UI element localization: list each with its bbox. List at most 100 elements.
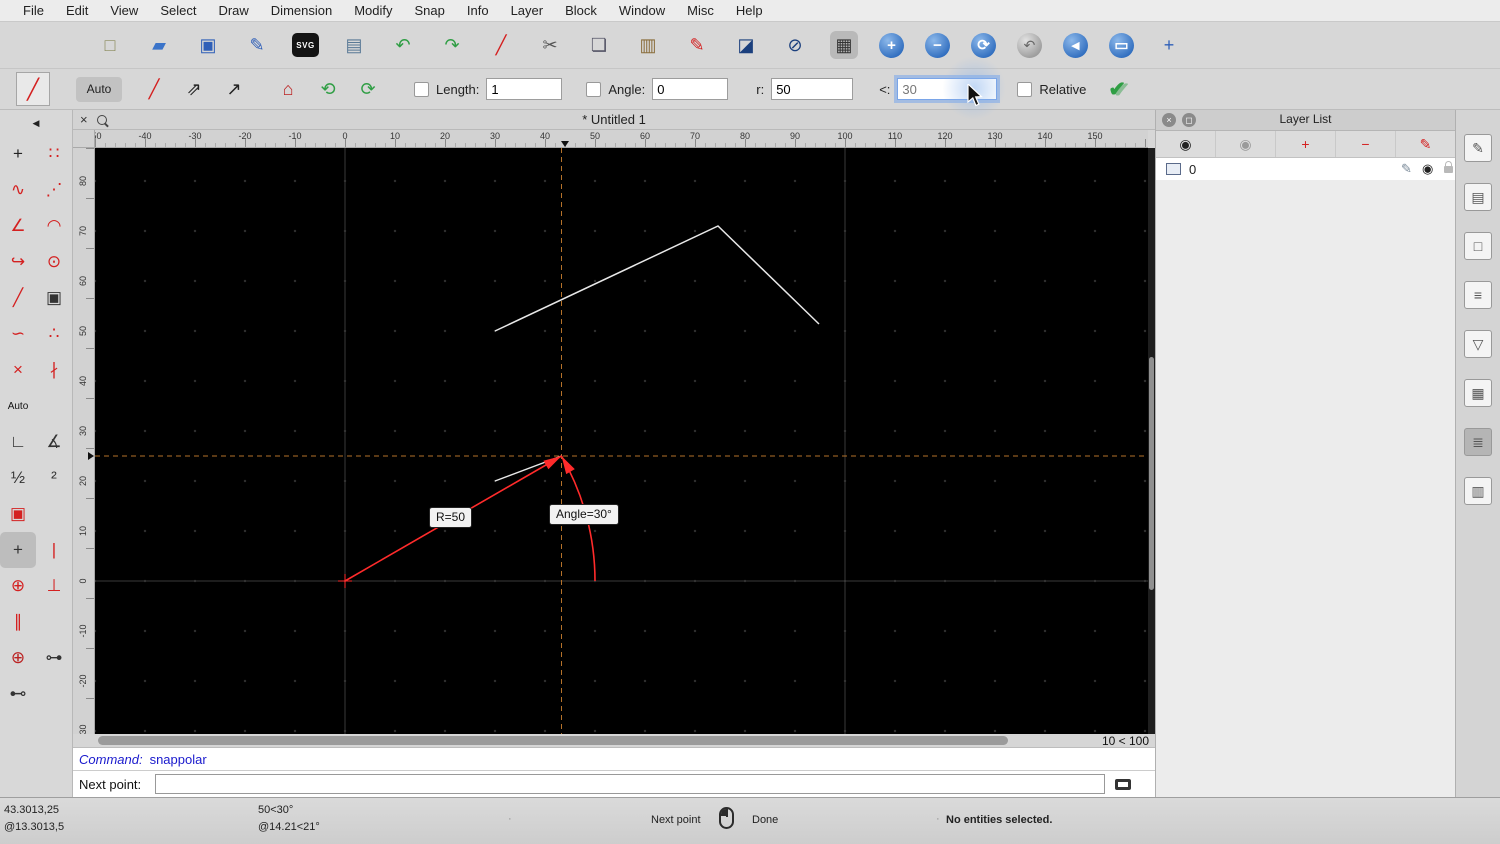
layer-visibility-icon[interactable]: ◉: [1422, 161, 1433, 177]
menu-item-layer[interactable]: Layer: [500, 3, 555, 18]
angle-input[interactable]: [652, 78, 729, 100]
angle-snap-icon[interactable]: ∡: [36, 424, 72, 460]
tangent-line-icon[interactable]: ╱: [0, 280, 36, 316]
middle-snap-icon[interactable]: ½: [0, 460, 36, 496]
menu-item-info[interactable]: Info: [456, 3, 500, 18]
center-snap-icon[interactable]: ▣: [0, 496, 36, 532]
intersection-snap-icon[interactable]: ⊕: [0, 568, 36, 604]
save-as-icon[interactable]: ✎: [243, 31, 271, 59]
deselect-icon[interactable]: ⊘: [781, 31, 809, 59]
two-point-line-icon[interactable]: ∴: [36, 316, 72, 352]
polyline-icon[interactable]: ⌂: [276, 77, 300, 101]
layer-row[interactable]: 0 ✎ ◉: [1156, 158, 1455, 180]
grid-dock-icon[interactable]: ▦: [1464, 379, 1492, 407]
snap-coordinate-icon[interactable]: ⊕: [0, 640, 36, 676]
save-icon[interactable]: ▣: [194, 31, 222, 59]
menu-item-dimension[interactable]: Dimension: [260, 3, 343, 18]
relative-checkbox[interactable]: [1017, 81, 1033, 97]
radius-input[interactable]: [771, 78, 854, 100]
horizontal-scrollbar[interactable]: 10 < 100: [73, 734, 1155, 748]
spline-tool-icon[interactable]: ∿: [0, 172, 36, 208]
polar-angle-input[interactable]: [897, 78, 998, 100]
line-mode-auto-button[interactable]: Auto: [76, 76, 122, 102]
tab-close-icon[interactable]: ×: [80, 112, 88, 128]
copy-icon[interactable]: ❏: [585, 31, 613, 59]
float-panel-icon[interactable]: ◻: [1182, 113, 1196, 127]
arc-tangent-icon[interactable]: ↪: [0, 244, 36, 280]
pen-icon[interactable]: ✎: [683, 31, 711, 59]
axis-snap-icon[interactable]: ∟: [0, 424, 36, 460]
page-dock-icon[interactable]: □: [1464, 232, 1492, 260]
vertical-scrollbar-thumb[interactable]: [1149, 357, 1154, 590]
menu-item-misc[interactable]: Misc: [676, 3, 725, 18]
zoom-out-icon[interactable]: −: [925, 32, 950, 58]
zoom-previous-icon[interactable]: ↶: [1017, 32, 1042, 58]
pen-dock-icon[interactable]: ✎: [1464, 134, 1492, 162]
modify-layer-icon[interactable]: ✎: [1396, 131, 1455, 157]
point-grid-icon[interactable]: ∷: [36, 136, 72, 172]
lock-relative-zero-icon[interactable]: ⊶: [36, 640, 72, 676]
menu-item-window[interactable]: Window: [608, 3, 676, 18]
length-checkbox[interactable]: [414, 81, 429, 97]
auto-snap-button[interactable]: Auto: [0, 388, 36, 424]
clipboard-dock-icon[interactable]: ▥: [1464, 477, 1492, 505]
menu-item-help[interactable]: Help: [725, 3, 774, 18]
pan-icon[interactable]: +: [1155, 31, 1183, 59]
open-folder-icon[interactable]: ▰: [145, 31, 173, 59]
horizontal-scrollbar-thumb[interactable]: [98, 736, 1008, 745]
print-preview-icon[interactable]: ▤: [340, 31, 368, 59]
menu-item-edit[interactable]: Edit: [55, 3, 99, 18]
menu-item-snap[interactable]: Snap: [404, 3, 456, 18]
drawing-canvas[interactable]: R=50 Angle=30°: [95, 148, 1148, 734]
command-history-dock-icon[interactable]: ≣: [1464, 428, 1492, 456]
grid-snap-icon[interactable]: +: [0, 532, 36, 568]
layer-lock-icon[interactable]: [1444, 161, 1453, 173]
tab-magnifier-icon[interactable]: [97, 115, 107, 125]
filter-dock-icon[interactable]: ▽: [1464, 330, 1492, 358]
parallel-lines-icon[interactable]: ∥: [0, 604, 36, 640]
print-dock-icon[interactable]: ▤: [1464, 183, 1492, 211]
on-entity-snap-icon[interactable]: ⊥: [36, 568, 72, 604]
close-panel-icon[interactable]: ×: [1162, 113, 1176, 127]
show-all-layers-icon[interactable]: ◉: [1156, 131, 1216, 157]
paste-icon[interactable]: ▥: [634, 31, 662, 59]
line-angle-icon[interactable]: ∠: [0, 208, 36, 244]
list-dock-icon[interactable]: ≡: [1464, 281, 1492, 309]
zoom-auto-icon[interactable]: ⟳: [971, 32, 996, 58]
line-direction-icon[interactable]: ↗: [222, 77, 246, 101]
cut-icon[interactable]: ✂: [536, 31, 564, 59]
menu-item-select[interactable]: Select: [149, 3, 207, 18]
add-layer-icon[interactable]: +: [1276, 131, 1336, 157]
svg-export-icon[interactable]: SVG: [292, 33, 319, 57]
current-tool-line-button[interactable]: ╱: [16, 72, 50, 106]
zoom-window-icon[interactable]: ▭: [1109, 32, 1134, 58]
new-document-icon[interactable]: □: [96, 31, 124, 59]
divide-line-icon[interactable]: ∤: [36, 352, 72, 388]
point-tool-icon[interactable]: +: [0, 136, 36, 172]
distance-snap-icon[interactable]: ²: [36, 460, 72, 496]
menu-item-draw[interactable]: Draw: [207, 3, 259, 18]
crossing-lines-icon[interactable]: ×: [0, 352, 36, 388]
circle-tool-icon[interactable]: ⊙: [36, 244, 72, 280]
redo-icon[interactable]: ↷: [438, 31, 466, 59]
line-free-icon[interactable]: ╱: [142, 77, 166, 101]
endpoint-snap-icon[interactable]: |: [36, 532, 72, 568]
remove-layer-icon[interactable]: −: [1336, 131, 1396, 157]
sidebar-collapse-button[interactable]: ◀: [0, 110, 72, 136]
undo-icon[interactable]: ↶: [389, 31, 417, 59]
set-relative-zero-icon[interactable]: ⊷: [0, 676, 36, 712]
hide-all-layers-icon[interactable]: ◉: [1216, 131, 1276, 157]
rectangle-tool-icon[interactable]: ▣: [36, 280, 72, 316]
command-input[interactable]: [155, 774, 1106, 794]
command-fullscreen-icon[interactable]: [1115, 778, 1132, 790]
vertical-scrollbar[interactable]: [1148, 148, 1155, 734]
menu-item-file[interactable]: File: [12, 3, 55, 18]
delete-icon[interactable]: ╱: [487, 31, 515, 59]
undo-segment-icon[interactable]: ⟲: [316, 77, 340, 101]
zoom-redraw-icon[interactable]: ◂: [1063, 32, 1088, 58]
redo-segment-icon[interactable]: ⟳: [356, 77, 380, 101]
polyline-nodes-icon[interactable]: ⋰: [36, 172, 72, 208]
angle-checkbox[interactable]: [586, 81, 602, 97]
zoom-in-icon[interactable]: +: [879, 32, 904, 58]
arc-tool-icon[interactable]: ◠: [36, 208, 72, 244]
